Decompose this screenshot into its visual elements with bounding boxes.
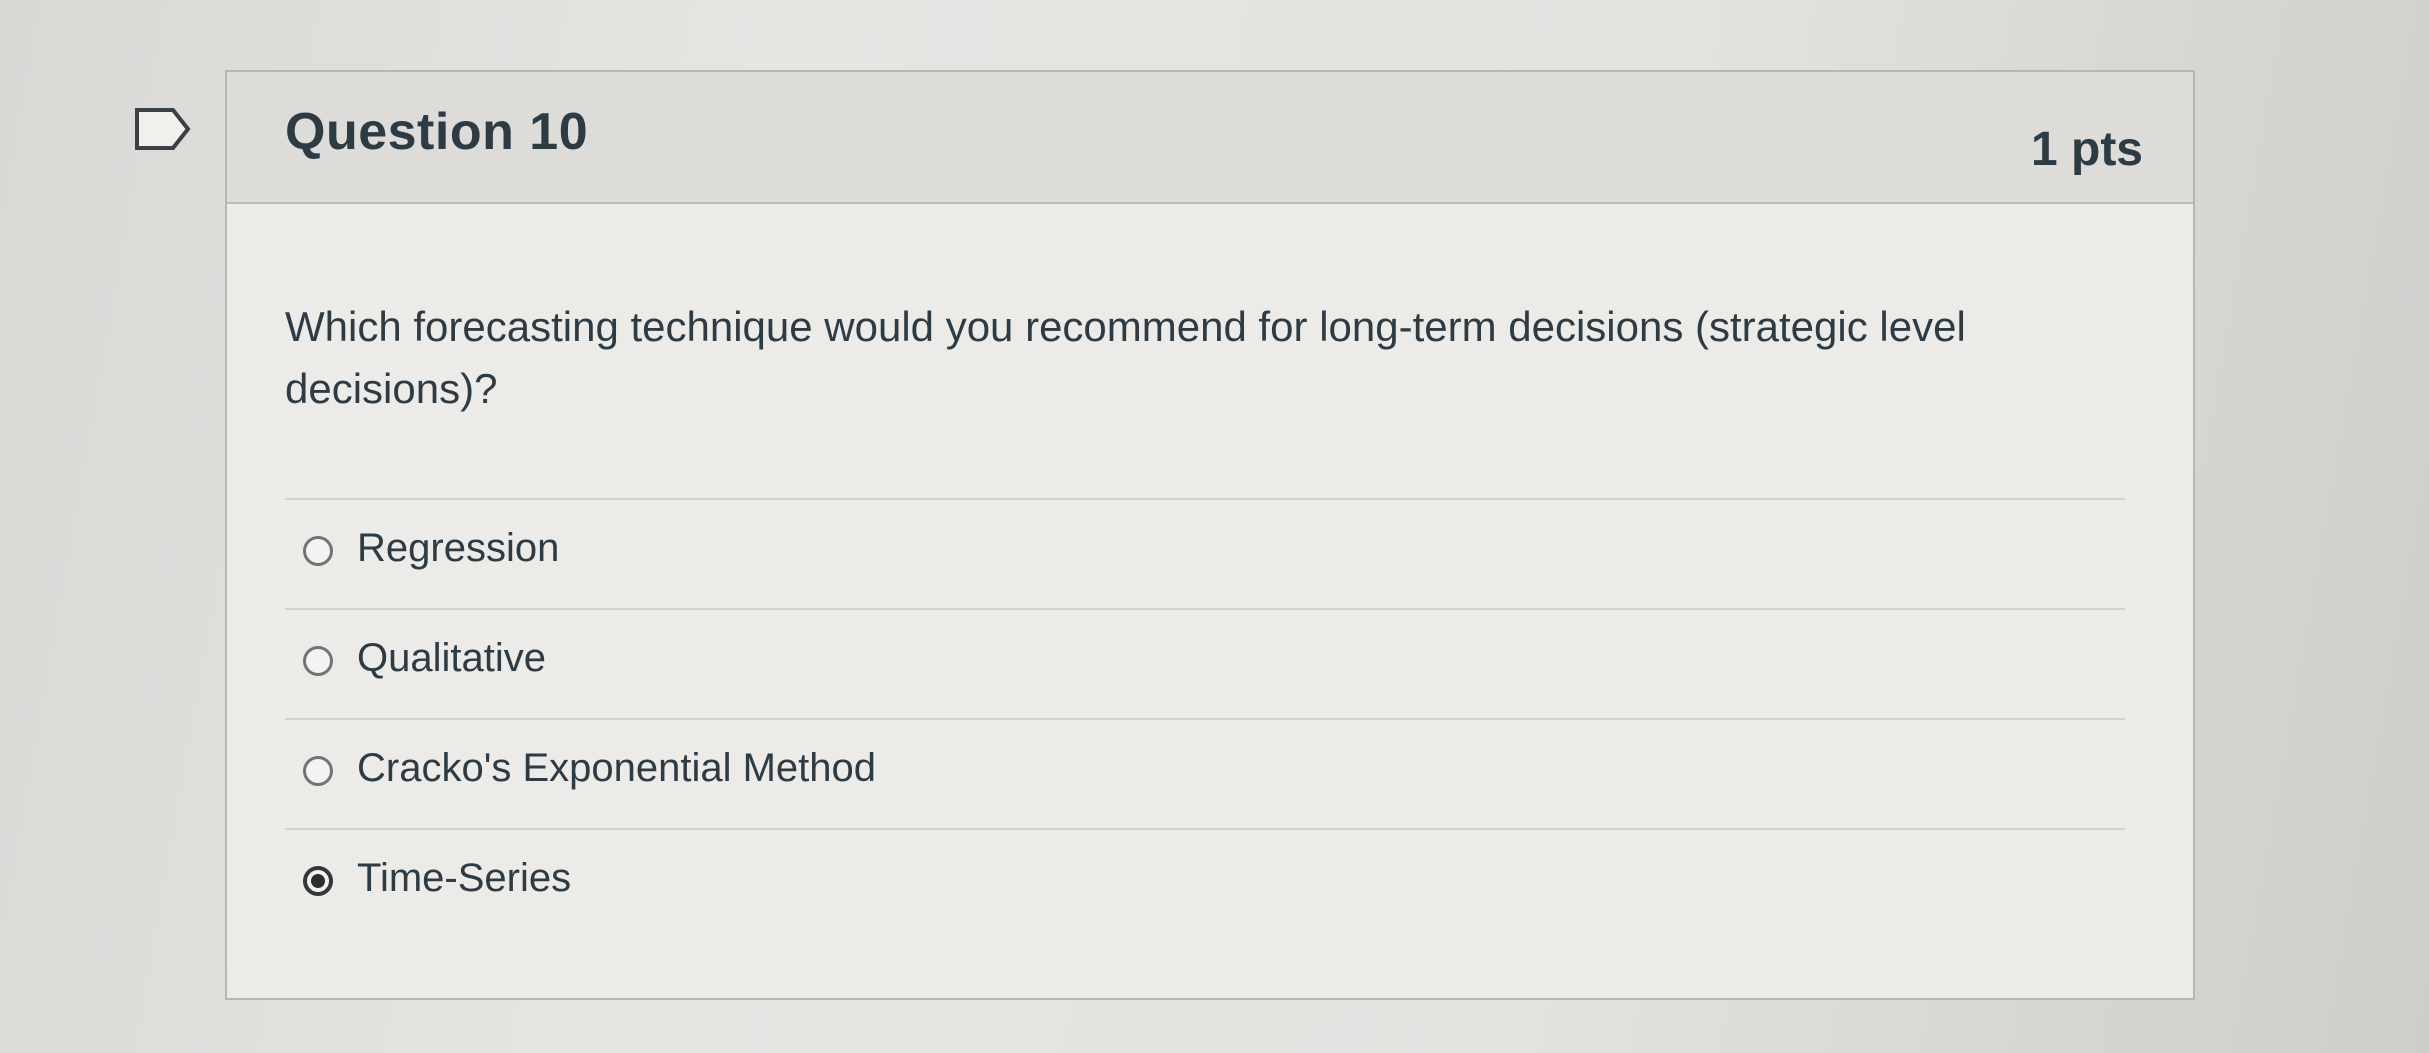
question-text: Which forecasting technique would you re… [285, 303, 1966, 412]
question-points: 1 pts [2030, 123, 2143, 176]
question-card: Question 10 1 pts Which forecasting tech… [225, 70, 2195, 1000]
flag-question-icon[interactable] [133, 106, 193, 152]
answer-option-qualitative[interactable]: Qualitative [285, 608, 2125, 718]
radio-button[interactable] [303, 536, 333, 566]
radio-button-selected[interactable] [303, 866, 333, 896]
answer-list: Regression Qualitative Cracko's Exponent… [285, 498, 2125, 938]
answer-label[interactable]: Regression [357, 526, 559, 571]
answer-option-time-series[interactable]: Time-Series [285, 828, 2125, 938]
question-title: Question 10 [285, 103, 589, 161]
answer-option-crackos-exponential-method[interactable]: Cracko's Exponential Method [285, 718, 2125, 828]
answer-label[interactable]: Qualitative [357, 636, 546, 681]
radio-button[interactable] [303, 756, 333, 786]
question-header: Question 10 1 pts [227, 72, 2193, 204]
answer-option-regression[interactable]: Regression [285, 498, 2125, 608]
radio-button[interactable] [303, 646, 333, 676]
answer-label[interactable]: Cracko's Exponential Method [357, 746, 876, 791]
answer-label[interactable]: Time-Series [357, 856, 571, 901]
